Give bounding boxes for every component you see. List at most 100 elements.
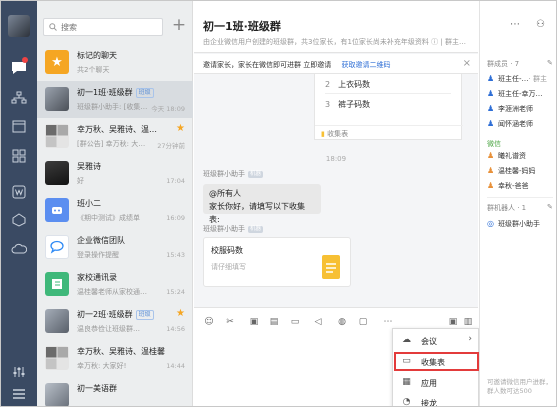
search-box[interactable] — [43, 18, 163, 36]
chat-preview: 共2个聊天 — [77, 66, 110, 74]
member-item[interactable]: ♟ 温桂馨-妈妈 — [487, 166, 556, 176]
member-item[interactable]: ♟ 班主任-…· 群主 — [487, 74, 556, 84]
chat-preview: 《期中测试》成绩单 — [77, 214, 140, 222]
menu-item-relay[interactable]: ◔ 接龙 — [393, 392, 480, 407]
message-bubble[interactable]: @所有人 家长你好，请填写以下收集表: — [203, 184, 321, 224]
nav-docs[interactable] — [10, 183, 28, 201]
bot-badge: 机器 — [248, 226, 264, 233]
form-card-footer: ▮ 收集表 — [315, 125, 463, 139]
nav-messages[interactable] — [10, 57, 28, 77]
chat-time: 15:43 — [166, 251, 185, 259]
form-doc-icon — [322, 255, 340, 279]
chat-name: 吴雅诗 — [77, 162, 101, 171]
image-icon[interactable]: ▣ — [248, 316, 260, 328]
avatar — [45, 272, 69, 296]
menu-item-apps[interactable]: ▦ 应用 — [393, 372, 480, 393]
member-item[interactable]: ♟ 班主任-幸万… — [487, 89, 556, 99]
doc-icon[interactable]: ▤ — [268, 316, 280, 328]
wechat-label: 微信 — [487, 140, 501, 148]
nav-tools[interactable] — [10, 363, 28, 381]
chat-time: 14:56 — [166, 325, 185, 333]
person-icon: ♟ — [487, 166, 495, 175]
person-icon: ♟ — [487, 104, 495, 113]
screen-record-icon[interactable]: ▢ — [357, 316, 369, 328]
avatar — [45, 161, 69, 185]
menu-item-label: 会议 — [421, 337, 437, 346]
grid-icon — [12, 149, 26, 163]
contacts-book-icon — [52, 279, 62, 289]
avatar — [45, 346, 69, 370]
notice-text: 邀请家长，家长在微信即可进群 立即邀请 — [203, 61, 332, 69]
nav-drive[interactable] — [10, 211, 28, 229]
member-item[interactable]: ♟ 曦礼谱资 — [487, 151, 556, 161]
sliders-icon — [13, 367, 25, 377]
list-item[interactable]: 吴雅诗 好 17:04 — [37, 155, 193, 192]
emoji-icon[interactable]: ☺ — [203, 316, 215, 328]
menu-item-meeting[interactable]: ☁ 会议 › — [393, 330, 480, 351]
class-tag: 班级 — [135, 310, 154, 320]
avatar — [45, 383, 69, 406]
person-icon: ♟ — [487, 89, 495, 98]
avatar — [45, 235, 69, 259]
star-icon[interactable]: ★ — [176, 308, 185, 319]
group-avatar-grid — [46, 125, 68, 147]
bots-heading: 群机器人 · 1 ✎ — [487, 203, 553, 212]
form-card-preview[interactable]: 2 上衣码数 3 裤子码数 ▮ 收集表 — [314, 74, 463, 140]
conversation-list: + ★ 标记的聊天 共2个聊天 初一1班·班级群班级 班级群小助手: [收集… … — [37, 1, 193, 406]
person-icon: ♟ — [487, 119, 495, 128]
list-item[interactable]: 初一2班·班级群 班级 ★ 温良恭俭让班级群… 14:56 — [37, 303, 193, 340]
more-options-icon[interactable]: ⋯ — [510, 19, 520, 30]
nav-workbench[interactable] — [10, 147, 28, 165]
folder-icon[interactable]: ▭ — [289, 316, 301, 328]
message-timestamp: 18:09 — [325, 155, 347, 163]
list-item[interactable]: 幸万秋、吴雅诗、温桂馨 幸万秋: 大家好! 14:44 — [37, 340, 193, 377]
list-item[interactable]: 初一1班·班级群 班级 班级群小助手: [收集… 今天 18:09 — [37, 81, 193, 118]
notify-icon[interactable]: ◁ — [312, 316, 324, 328]
scissors-icon[interactable]: ✂ — [224, 316, 236, 328]
menu-item-label: 接龙 — [421, 399, 437, 407]
chat-preview: 温良恭俭让班级群… — [77, 325, 140, 333]
list-item[interactable]: 初一美语群 — [37, 377, 193, 406]
nav-contacts[interactable] — [10, 89, 28, 107]
menu-icon — [13, 389, 25, 399]
wecom-logo-icon — [50, 240, 64, 254]
edit-icon[interactable]: ✎ — [547, 59, 553, 67]
qr-invite-link[interactable]: 获取邀请二维码 — [341, 61, 390, 69]
add-member-icon[interactable]: ⚇ — [536, 19, 545, 30]
member-item[interactable]: ♟ 幸秋-爸爸 — [487, 181, 556, 191]
more-icon[interactable]: ⋯ — [382, 316, 394, 328]
list-item[interactable]: 企业微信团队 登录操作提醒 15:43 — [37, 229, 193, 266]
member-item[interactable]: ♟ 李涯洲老师 — [487, 104, 556, 114]
nav-menu[interactable] — [10, 385, 28, 403]
nav-cloud[interactable] — [10, 239, 28, 257]
member-item[interactable]: ♟ 闻怀涵老师 — [487, 119, 556, 129]
star-icon[interactable]: ★ — [176, 123, 185, 134]
nav-calendar[interactable] — [10, 117, 28, 135]
layout-icon[interactable]: ▥ — [462, 316, 474, 328]
search-input[interactable] — [61, 22, 151, 32]
mention-all: @所有人 — [209, 189, 241, 198]
message-sender: 班级群小助手 机器 — [203, 170, 264, 178]
red-packet-icon[interactable]: ◍ — [336, 316, 348, 328]
user-avatar[interactable] — [8, 15, 30, 37]
edit-icon[interactable]: ✎ — [547, 203, 553, 211]
form-hint: 请仔细填写 — [211, 263, 246, 271]
chat-name: 初一2班·班级群 班级 — [77, 309, 177, 320]
list-item[interactable]: 班小二 《期中测试》成绩单 16:09 — [37, 192, 193, 229]
chat-time: 27分钟前 — [157, 142, 185, 150]
list-item[interactable]: 家校通讯录 温桂馨老师从家校通… 15:24 — [37, 266, 193, 303]
form-message-card[interactable]: 校服码数 请仔细填写 — [203, 237, 351, 287]
menu-item-form[interactable]: ▭ 收集表 — [393, 351, 480, 372]
close-icon[interactable]: × — [463, 58, 471, 69]
list-item[interactable]: ★ 标记的聊天 共2个聊天 — [37, 44, 193, 81]
unread-dot — [22, 57, 28, 63]
chat-name: 标记的聊天 — [77, 51, 117, 60]
avatar: ★ — [45, 50, 69, 74]
add-chat-button[interactable]: + — [171, 16, 187, 34]
avatar — [45, 309, 69, 333]
class-tag: 班级 — [135, 88, 154, 98]
chat-bubble-icon — [12, 62, 26, 74]
list-item[interactable]: 幸万秋、吴雅诗、温… ★ [群公告] 幸万秋: 大… 27分钟前 — [37, 118, 193, 155]
history-icon[interactable]: ▣ — [447, 316, 459, 328]
bot-item[interactable]: ◎ 班级群小助手 — [487, 219, 556, 229]
